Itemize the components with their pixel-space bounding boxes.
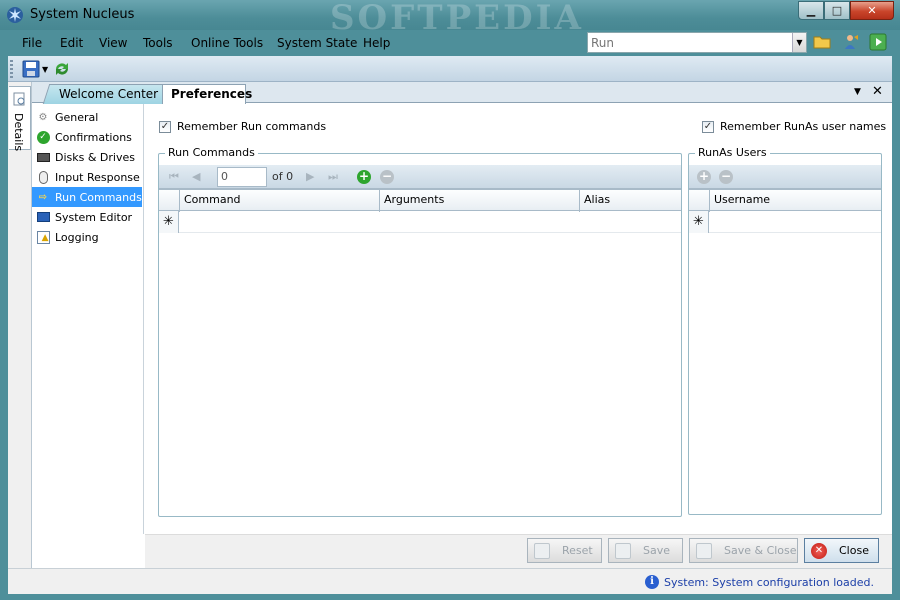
- window-title: System Nucleus: [30, 7, 135, 22]
- delete-record-icon[interactable]: −: [380, 170, 394, 184]
- nav-item-disks-drives[interactable]: Disks & Drives: [32, 147, 142, 167]
- reset-icon: [534, 542, 550, 559]
- mouse-icon: [36, 170, 50, 184]
- info-icon: i: [645, 575, 660, 589]
- row-header-corner: [159, 190, 180, 212]
- save-close-button[interactable]: Save & Close: [689, 538, 798, 563]
- log-warning-icon: ▲: [36, 230, 50, 244]
- menu-system-state[interactable]: System State: [277, 36, 357, 50]
- run-dropdown-button[interactable]: ▼: [792, 33, 806, 52]
- minimize-button[interactable]: ▁: [798, 1, 824, 20]
- maximize-button[interactable]: □: [824, 1, 850, 20]
- save-dropdown-chevron-icon[interactable]: ▼: [42, 59, 48, 79]
- new-row-marker: ✳: [159, 211, 179, 233]
- save-disk-icon: [615, 542, 631, 559]
- row-header-corner: [689, 190, 710, 212]
- arrow-right-icon: ⇨: [38, 191, 48, 203]
- run-combobox[interactable]: ▼: [587, 32, 807, 53]
- last-record-icon[interactable]: ⏭: [328, 170, 338, 184]
- run-commands-group: Run Commands ⏮ ◀ 0 of 0 ▶ ⏭ + − Command …: [158, 146, 682, 517]
- toolbar: ▼: [8, 56, 892, 82]
- refresh-icon[interactable]: [53, 59, 71, 79]
- runas-users-group: RunAs Users + − Username ✳: [688, 146, 882, 515]
- menu-view[interactable]: View: [99, 36, 127, 50]
- tab-preferences[interactable]: Preferences: [162, 84, 252, 105]
- nav-item-general[interactable]: ⚙ General: [32, 107, 142, 127]
- column-header-command[interactable]: Command: [180, 190, 380, 212]
- title-bar: System Nucleus SOFTPEDIA ▁ □ ✕: [0, 0, 900, 38]
- runas-new-row[interactable]: ✳: [689, 211, 881, 233]
- save-icon[interactable]: [22, 59, 40, 79]
- run-input[interactable]: [588, 33, 788, 52]
- tab-strip: Welcome Center Preferences ▼ ✕: [32, 82, 892, 105]
- reset-button[interactable]: Reset: [527, 538, 602, 563]
- save-button[interactable]: Save: [608, 538, 683, 563]
- run-commands-title: Run Commands: [165, 146, 258, 159]
- next-record-icon[interactable]: ▶: [306, 170, 314, 183]
- details-tab[interactable]: Details: [9, 86, 31, 152]
- monitor-icon: [36, 210, 50, 224]
- check-circle-icon: ✓: [36, 130, 50, 144]
- column-header-arguments[interactable]: Arguments: [380, 190, 580, 212]
- checkbox-checked[interactable]: ✓: [702, 120, 714, 133]
- remember-runas-checkbox[interactable]: ✓ Remember RunAs user names: [702, 120, 886, 133]
- status-message: i System: System configuration loaded.: [645, 575, 874, 589]
- add-user-icon[interactable]: +: [697, 170, 711, 184]
- menu-tools[interactable]: Tools: [143, 36, 173, 50]
- details-label: Details: [12, 113, 25, 152]
- gear-icon: ⚙: [38, 111, 48, 123]
- execute-icon[interactable]: [869, 33, 887, 51]
- menu-edit[interactable]: Edit: [60, 36, 83, 50]
- column-header-alias[interactable]: Alias: [580, 190, 681, 212]
- nav-item-run-commands[interactable]: ⇨ Run Commands: [32, 187, 142, 207]
- checkbox-checked[interactable]: ✓: [159, 120, 171, 133]
- delete-user-icon[interactable]: −: [719, 170, 733, 184]
- drive-icon: [36, 150, 50, 164]
- menu-online-tools[interactable]: Online Tools: [191, 36, 263, 50]
- remember-run-checkbox[interactable]: ✓ Remember Run commands: [159, 120, 326, 133]
- record-count-label: of 0: [272, 170, 294, 183]
- save-disk-icon: [696, 542, 712, 559]
- folder-icon[interactable]: [813, 33, 831, 51]
- previous-record-icon[interactable]: ◀: [192, 170, 200, 183]
- close-tab-icon[interactable]: ✕: [872, 84, 883, 99]
- menu-file[interactable]: File: [22, 36, 42, 50]
- toolbar-grip[interactable]: [10, 60, 13, 78]
- app-icon: [7, 7, 23, 23]
- dialog-button-bar: Reset Save Save & Close ✕ Close: [145, 534, 892, 568]
- nav-item-logging[interactable]: ▲ Logging: [32, 227, 142, 247]
- menu-help[interactable]: Help: [363, 36, 390, 50]
- runas-grid-header: Username: [689, 189, 881, 212]
- nav-item-confirmations[interactable]: ✓ Confirmations: [32, 127, 142, 147]
- status-bar: i System: System configuration loaded.: [8, 568, 892, 594]
- close-window-button[interactable]: ✕: [850, 1, 894, 20]
- runas-users-title: RunAs Users: [695, 146, 770, 159]
- main-panel: Welcome Center Preferences ▼ ✕ ⚙ General…: [32, 82, 892, 568]
- tab-welcome-center[interactable]: Welcome Center: [42, 84, 176, 104]
- details-strip: Details: [8, 82, 32, 568]
- record-position-input[interactable]: 0: [217, 167, 267, 187]
- run-commands-new-row[interactable]: ✳: [159, 211, 681, 233]
- details-page-icon: [13, 92, 25, 106]
- first-record-icon[interactable]: ⏮: [169, 170, 179, 184]
- preferences-nav: ⚙ General ✓ Confirmations Disks & Drives…: [32, 104, 144, 534]
- nav-item-input-response[interactable]: Input Response: [32, 167, 142, 187]
- preferences-content: ✓ Remember Run commands ✓ Remember RunAs…: [145, 104, 892, 534]
- new-row-marker: ✳: [689, 211, 709, 233]
- tab-list-dropdown-icon[interactable]: ▼: [854, 87, 861, 97]
- column-header-username[interactable]: Username: [710, 190, 881, 212]
- runas-navigator: + −: [689, 165, 881, 189]
- run-as-icon[interactable]: [842, 33, 860, 51]
- run-commands-navigator: ⏮ ◀ 0 of 0 ▶ ⏭ + −: [159, 165, 681, 189]
- close-button[interactable]: ✕ Close: [804, 538, 879, 563]
- nav-item-system-editor[interactable]: System Editor: [32, 207, 142, 227]
- add-record-icon[interactable]: +: [357, 170, 371, 184]
- close-circle-icon: ✕: [811, 542, 827, 559]
- run-commands-grid-header: Command Arguments Alias: [159, 189, 681, 212]
